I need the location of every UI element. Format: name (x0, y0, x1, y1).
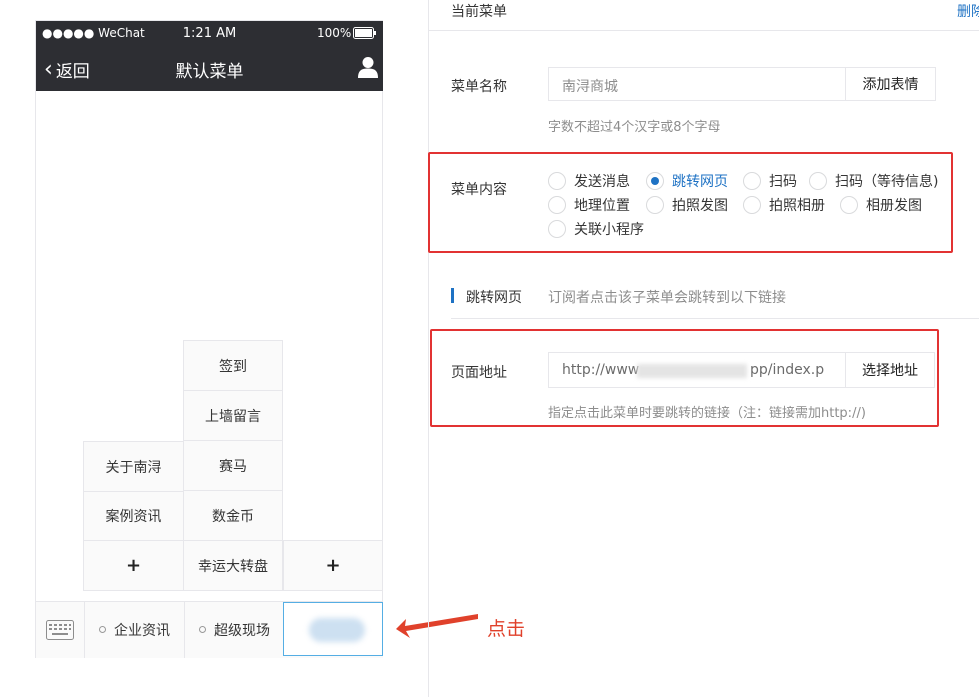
radio-jump-webpage[interactable]: 跳转网页 (646, 170, 728, 192)
radio-checked-icon (646, 172, 664, 190)
select-url-button[interactable]: 选择地址 (845, 352, 935, 388)
radio-icon (548, 220, 566, 238)
section-description: 订阅者点击该子菜单会跳转到以下链接 (548, 290, 786, 306)
plus-icon: + (325, 555, 341, 576)
plus-icon: + (125, 555, 142, 576)
submenu-indicator-icon (199, 626, 206, 633)
page-url-hint: 指定点击此菜单时要跳转的链接（注：链接需加http://) (548, 406, 866, 421)
add-submenu-button[interactable]: + (83, 540, 184, 591)
page-url-input[interactable]: http://www pp/index.p (548, 352, 846, 388)
radio-icon (840, 196, 858, 214)
bottom-menu-item-selected[interactable] (283, 602, 383, 656)
submenu-item[interactable]: 关于南浔 (83, 441, 184, 492)
radio-label: 拍照相册 (769, 198, 825, 214)
radio-label: 扫码（等待信息) (835, 174, 939, 190)
keyboard-icon (46, 619, 74, 640)
user-icon[interactable] (358, 56, 378, 78)
radio-label: 拍照发图 (672, 198, 728, 214)
battery-icon (353, 27, 376, 39)
submenu-item[interactable]: 数金币 (183, 490, 283, 541)
bottom-menu-item[interactable]: 企业资讯 (84, 601, 184, 658)
radio-mini-program[interactable]: 关联小程序 (548, 218, 644, 240)
divider (451, 318, 979, 319)
blurred-label (309, 618, 365, 642)
submenu-item[interactable]: 赛马 (183, 440, 283, 491)
add-emoji-button[interactable]: 添加表情 (845, 67, 936, 101)
radio-label: 相册发图 (866, 198, 922, 214)
bottom-menu-label: 企业资讯 (114, 622, 170, 639)
menu-name-label: 菜单名称 (451, 79, 507, 95)
section-accent-bar (451, 288, 454, 303)
arrow-icon (396, 614, 478, 638)
page-url-prefix: http://www (562, 362, 640, 378)
radio-icon (809, 172, 827, 190)
menu-name-input[interactable]: 南浔商城 (548, 67, 846, 101)
page-url-suffix: pp/index.p (750, 362, 825, 378)
bottom-menu-item[interactable]: 超级现场 (184, 601, 284, 658)
current-menu-label: 当前菜单 (451, 4, 507, 20)
radio-icon (548, 196, 566, 214)
divider (429, 30, 979, 31)
radio-label: 地理位置 (574, 198, 630, 214)
radio-icon (743, 172, 761, 190)
radio-label: 发送消息 (574, 174, 630, 190)
radio-icon (743, 196, 761, 214)
radio-scan-waiting[interactable]: 扫码（等待信息) (809, 170, 938, 192)
keyboard-toggle[interactable] (36, 601, 84, 658)
submenu-item[interactable]: 签到 (183, 340, 283, 391)
delete-menu-link[interactable]: 删除 (957, 1, 979, 21)
radio-icon (548, 172, 566, 190)
radio-label: 跳转网页 (672, 174, 728, 190)
click-annotation: 点击 (487, 618, 526, 640)
radio-album[interactable]: 相册发图 (840, 194, 922, 216)
bottom-menu-label: 超级现场 (214, 622, 270, 639)
radio-photo[interactable]: 拍照发图 (646, 194, 728, 216)
submenu-item[interactable]: 上墙留言 (183, 390, 283, 441)
radio-send-message[interactable]: 发送消息 (548, 170, 630, 192)
submenu-item[interactable]: 案例资讯 (83, 491, 184, 541)
radio-photo-album[interactable]: 拍照相册 (743, 194, 825, 216)
radio-scan[interactable]: 扫码 (743, 170, 797, 192)
blurred-url (637, 364, 747, 378)
panel-divider (428, 0, 429, 697)
menu-name-value: 南浔商城 (562, 79, 618, 95)
page-url-label: 页面地址 (451, 365, 507, 381)
phone-header: ●●●●● WeChat 1:21 AM 100% ‹ 返回 默认菜单 (36, 21, 383, 91)
phone-title: 默认菜单 (175, 62, 244, 82)
section-title: 跳转网页 (466, 290, 522, 306)
menu-content-label: 菜单内容 (451, 182, 507, 198)
radio-icon (646, 196, 664, 214)
add-submenu-button[interactable]: + (283, 540, 383, 591)
radio-label: 关联小程序 (574, 222, 644, 238)
status-battery: 100% (317, 26, 352, 40)
radio-label: 扫码 (769, 174, 797, 190)
submenu-item[interactable]: 幸运大转盘 (183, 540, 283, 591)
submenu-indicator-icon (99, 626, 106, 633)
radio-location[interactable]: 地理位置 (548, 194, 630, 216)
menu-name-hint: 字数不超过4个汉字或8个字母 (548, 120, 721, 135)
